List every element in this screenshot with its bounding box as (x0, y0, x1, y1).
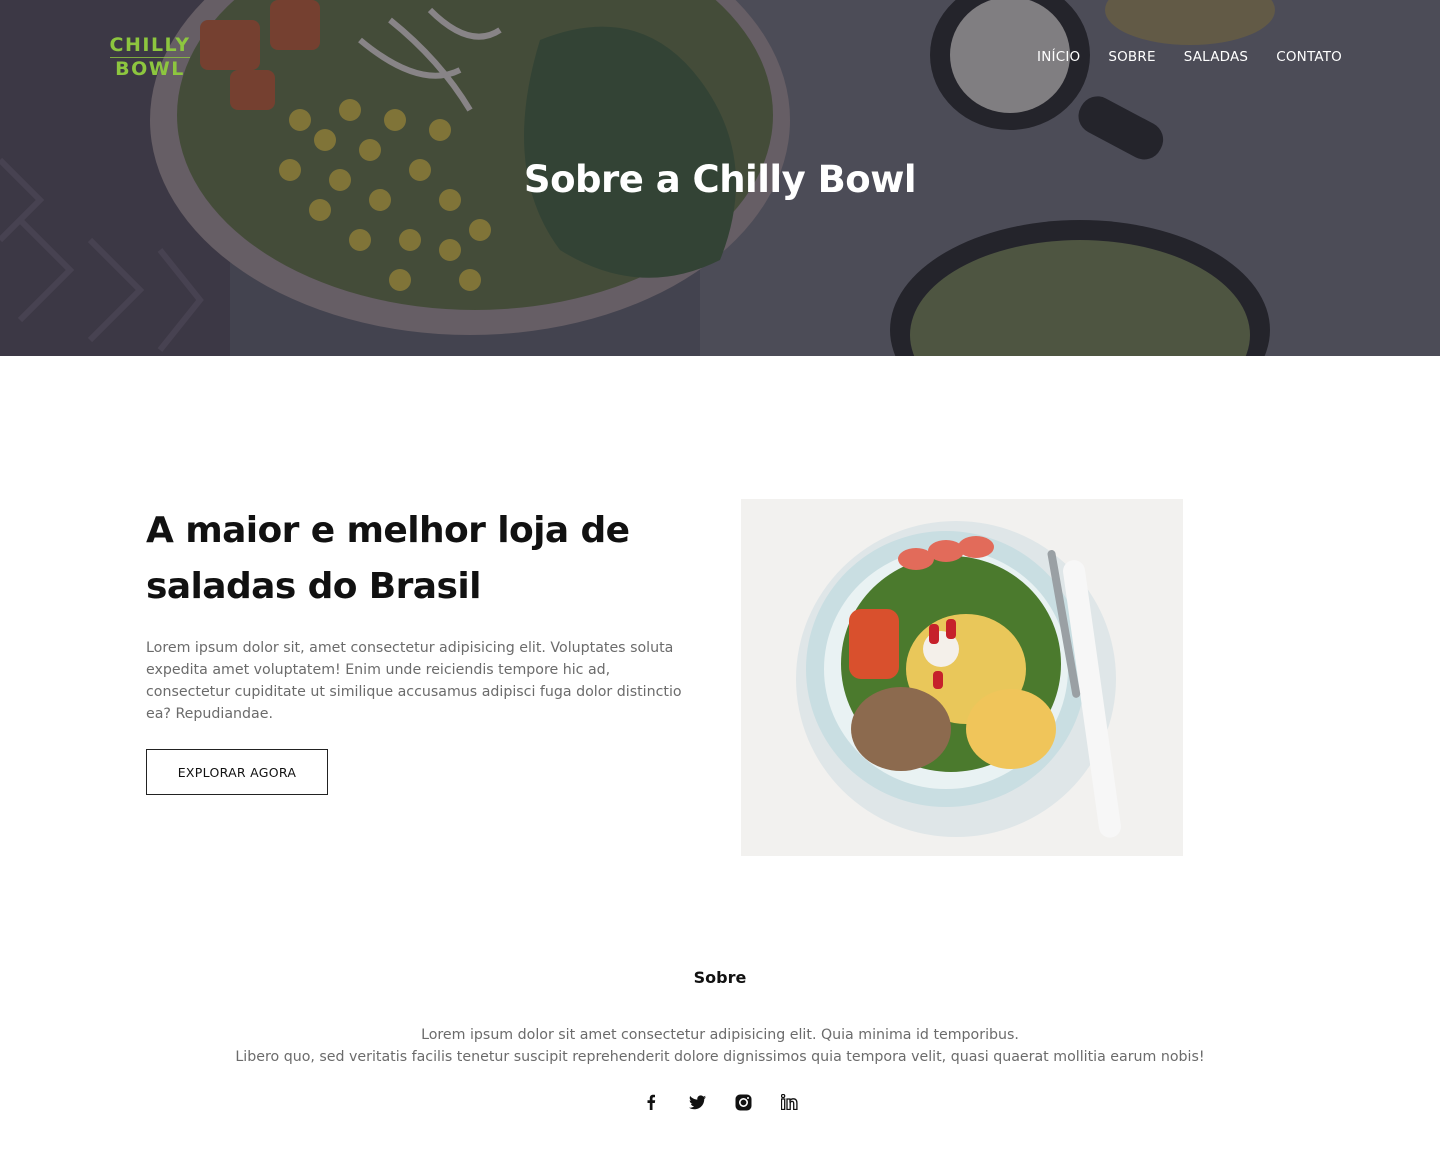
footer-text-line-2: Libero quo, sed veritatis facilis tenetu… (235, 1049, 1205, 1065)
explore-now-button[interactable]: EXPLORAR AGORA (146, 749, 328, 795)
nav-link-saladas[interactable]: SALADAS (1184, 49, 1248, 65)
brand-logo[interactable]: CHILLY BOWL (100, 34, 200, 81)
about-text-block: A maior e melhor loja de saladas do Bras… (146, 503, 706, 795)
nav-link-contato[interactable]: CONTATO (1276, 49, 1342, 65)
linkedin-icon[interactable] (779, 1092, 799, 1112)
twitter-icon[interactable] (687, 1092, 707, 1112)
nav-link-inicio[interactable]: INÍCIO (1037, 49, 1080, 65)
footer-title: Sobre (693, 968, 747, 987)
main-nav: INÍCIO SOBRE SALADAS CONTATO (1037, 49, 1342, 65)
about-section: A maior e melhor loja de saladas do Bras… (146, 499, 1186, 856)
logo-text-top: CHILLY (109, 34, 191, 56)
about-heading: A maior e melhor loja de saladas do Bras… (146, 510, 630, 607)
logo-text-bottom: BOWL (115, 58, 185, 80)
page-title: Sobre a Chilly Bowl (523, 158, 917, 201)
footer-text: Lorem ipsum dolor sit amet consectetur a… (0, 1024, 1440, 1068)
footer: Sobre Lorem ipsum dolor sit amet consect… (0, 968, 1440, 1112)
facebook-icon[interactable] (641, 1092, 661, 1112)
footer-text-line-1: Lorem ipsum dolor sit amet consectetur a… (421, 1027, 1019, 1043)
nav-link-sobre[interactable]: SOBRE (1108, 49, 1155, 65)
about-description: Lorem ipsum dolor sit, amet consectetur … (146, 640, 682, 722)
hero-banner: CHILLY BOWL INÍCIO SOBRE SALADAS CONTATO… (0, 0, 1440, 356)
logo-divider (110, 57, 190, 58)
social-links (0, 1092, 1440, 1112)
instagram-icon[interactable] (733, 1092, 753, 1112)
salad-bowl-image (741, 499, 1183, 856)
